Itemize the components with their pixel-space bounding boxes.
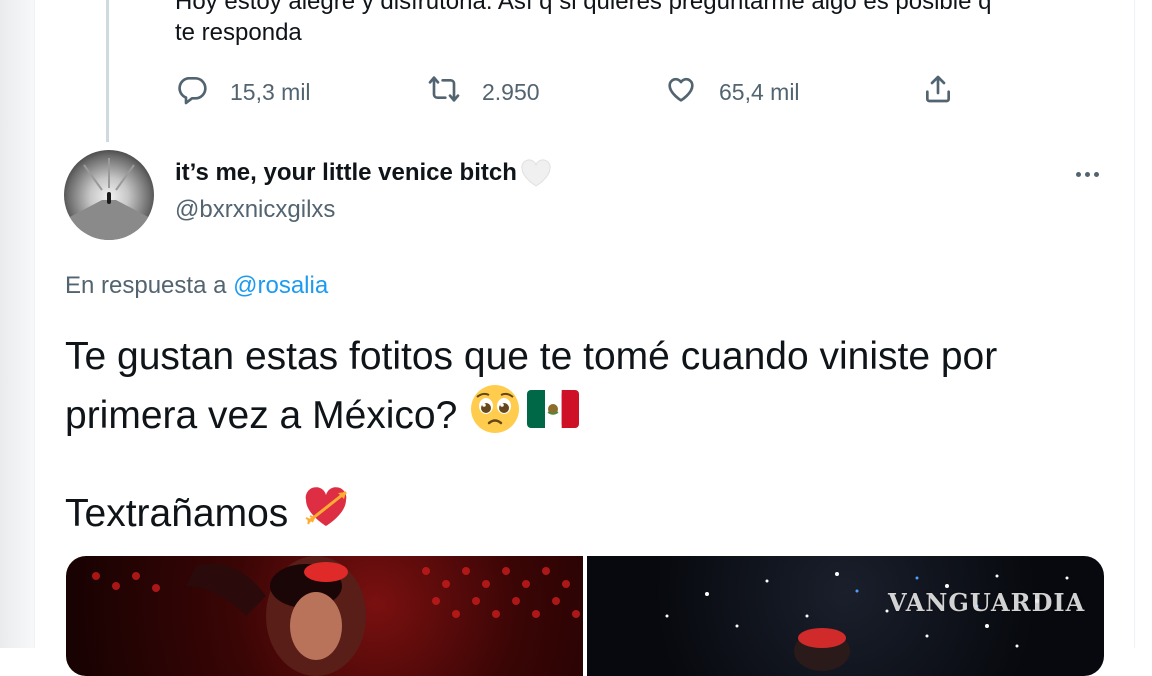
stage-lights-photo xyxy=(92,556,580,676)
author-handle[interactable]: @bxrxnicxgilxs xyxy=(175,196,335,224)
previous-tweet-text-line1: Hoy estoy alegre y disfrutona. Así q si … xyxy=(175,0,992,15)
tweet-text-line2: primera vez a México? xyxy=(65,394,458,437)
like-icon xyxy=(665,73,697,111)
author-display-name[interactable]: it’s me, your little venice bitch xyxy=(175,158,553,188)
like-button[interactable]: 65,4 mil xyxy=(665,72,800,112)
tweet-text-line2-row: primera vez a México? xyxy=(65,383,1115,449)
watermark-text: VANGUARDIA xyxy=(888,588,1086,617)
avatar-photo xyxy=(64,150,154,240)
reply-to-label: En respuesta a xyxy=(65,272,227,299)
previous-tweet-text: Hoy estoy alegre y disfrutona. Así q si … xyxy=(175,0,1115,48)
share-icon xyxy=(922,73,954,111)
thread-connector-line xyxy=(106,0,109,142)
like-count: 65,4 mil xyxy=(719,78,800,105)
pleading-face-emoji xyxy=(469,383,521,449)
reply-button[interactable]: 15,3 mil xyxy=(176,72,311,112)
tweet-photo-1[interactable] xyxy=(66,556,583,676)
reply-context: En respuesta a @rosalia xyxy=(65,272,328,300)
tweet-action-bar: 15,3 mil 2.950 65,4 mil xyxy=(0,72,1152,112)
retweet-icon xyxy=(428,73,460,111)
white-heart-emoji xyxy=(519,158,553,188)
share-button[interactable] xyxy=(922,72,954,112)
heart-with-arrow-emoji xyxy=(302,482,354,546)
author-display-name-text: it’s me, your little venice bitch xyxy=(175,159,517,186)
reply-count: 15,3 mil xyxy=(230,78,311,105)
retweet-count: 2.950 xyxy=(482,78,540,105)
avatar[interactable] xyxy=(64,150,154,240)
tweet-text: Te gustan estas fotitos que te tomé cuan… xyxy=(65,331,1115,449)
tweet-text-line3-row: Textrañamos xyxy=(65,482,354,546)
tweet-text-line1: Te gustan estas fotitos que te tomé cuan… xyxy=(65,335,998,378)
more-options-icon[interactable] xyxy=(1070,160,1104,188)
previous-tweet-text-line2: te responda xyxy=(175,19,302,46)
mexico-flag-emoji xyxy=(527,390,580,442)
reply-icon xyxy=(176,73,208,111)
reply-to-mention-link[interactable]: @rosalia xyxy=(233,272,328,299)
retweet-button[interactable]: 2.950 xyxy=(428,72,540,112)
tweet-text-line3: Textrañamos xyxy=(65,492,289,535)
